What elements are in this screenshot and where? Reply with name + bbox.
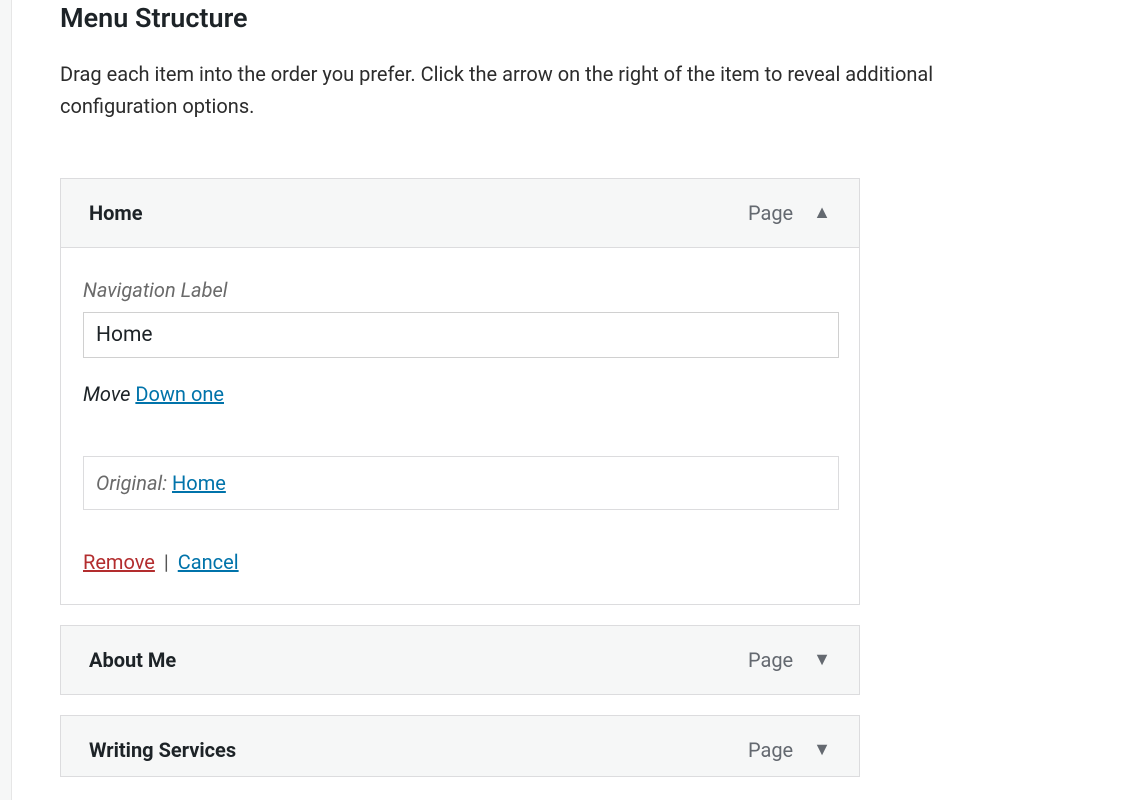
left-divider (0, 0, 12, 800)
cancel-link[interactable]: Cancel (178, 550, 239, 574)
move-label: Move (83, 382, 130, 406)
menu-item-title: About Me (89, 648, 176, 672)
nav-label-label: Navigation Label (83, 278, 837, 302)
remove-link[interactable]: Remove (83, 550, 155, 574)
expand-arrow-down-icon[interactable]: ▼ (813, 741, 831, 759)
menu-item-header-right: Page ▼ (748, 738, 831, 762)
menu-item-about-me[interactable]: About Me Page ▼ (60, 625, 860, 695)
menu-item-header[interactable]: Writing Services Page ▼ (61, 716, 859, 776)
original-link[interactable]: Home (172, 471, 226, 495)
action-row: Remove | Cancel (83, 550, 837, 574)
menu-item-home[interactable]: Home Page ▲ Navigation Label Move Down o… (60, 178, 860, 605)
expand-arrow-down-icon[interactable]: ▼ (813, 651, 831, 669)
original-label: Original: (96, 471, 167, 495)
section-title: Menu Structure (60, 2, 1080, 34)
menu-structure-panel: Menu Structure Drag each item into the o… (0, 0, 1140, 777)
nav-label-input[interactable] (83, 312, 839, 358)
menu-item-header-right: Page ▲ (748, 201, 831, 225)
menu-item-type: Page (748, 738, 793, 762)
menu-item-header[interactable]: About Me Page ▼ (61, 626, 859, 694)
menu-item-header[interactable]: Home Page ▲ (61, 179, 859, 247)
separator: | (164, 550, 169, 574)
menu-item-type: Page (748, 201, 793, 225)
menu-item-header-right: Page ▼ (748, 648, 831, 672)
original-box: Original: Home (83, 456, 839, 510)
move-down-link[interactable]: Down one (135, 382, 224, 406)
menu-item-body: Navigation Label Move Down one Original:… (61, 247, 859, 604)
collapse-arrow-up-icon[interactable]: ▲ (813, 204, 831, 222)
menu-item-title: Writing Services (89, 738, 236, 762)
section-description: Drag each item into the order you prefer… (60, 58, 1050, 122)
menu-item-writing-services[interactable]: Writing Services Page ▼ (60, 715, 860, 777)
menu-item-type: Page (748, 648, 793, 672)
menu-item-title: Home (89, 201, 143, 225)
move-row: Move Down one (83, 382, 837, 406)
